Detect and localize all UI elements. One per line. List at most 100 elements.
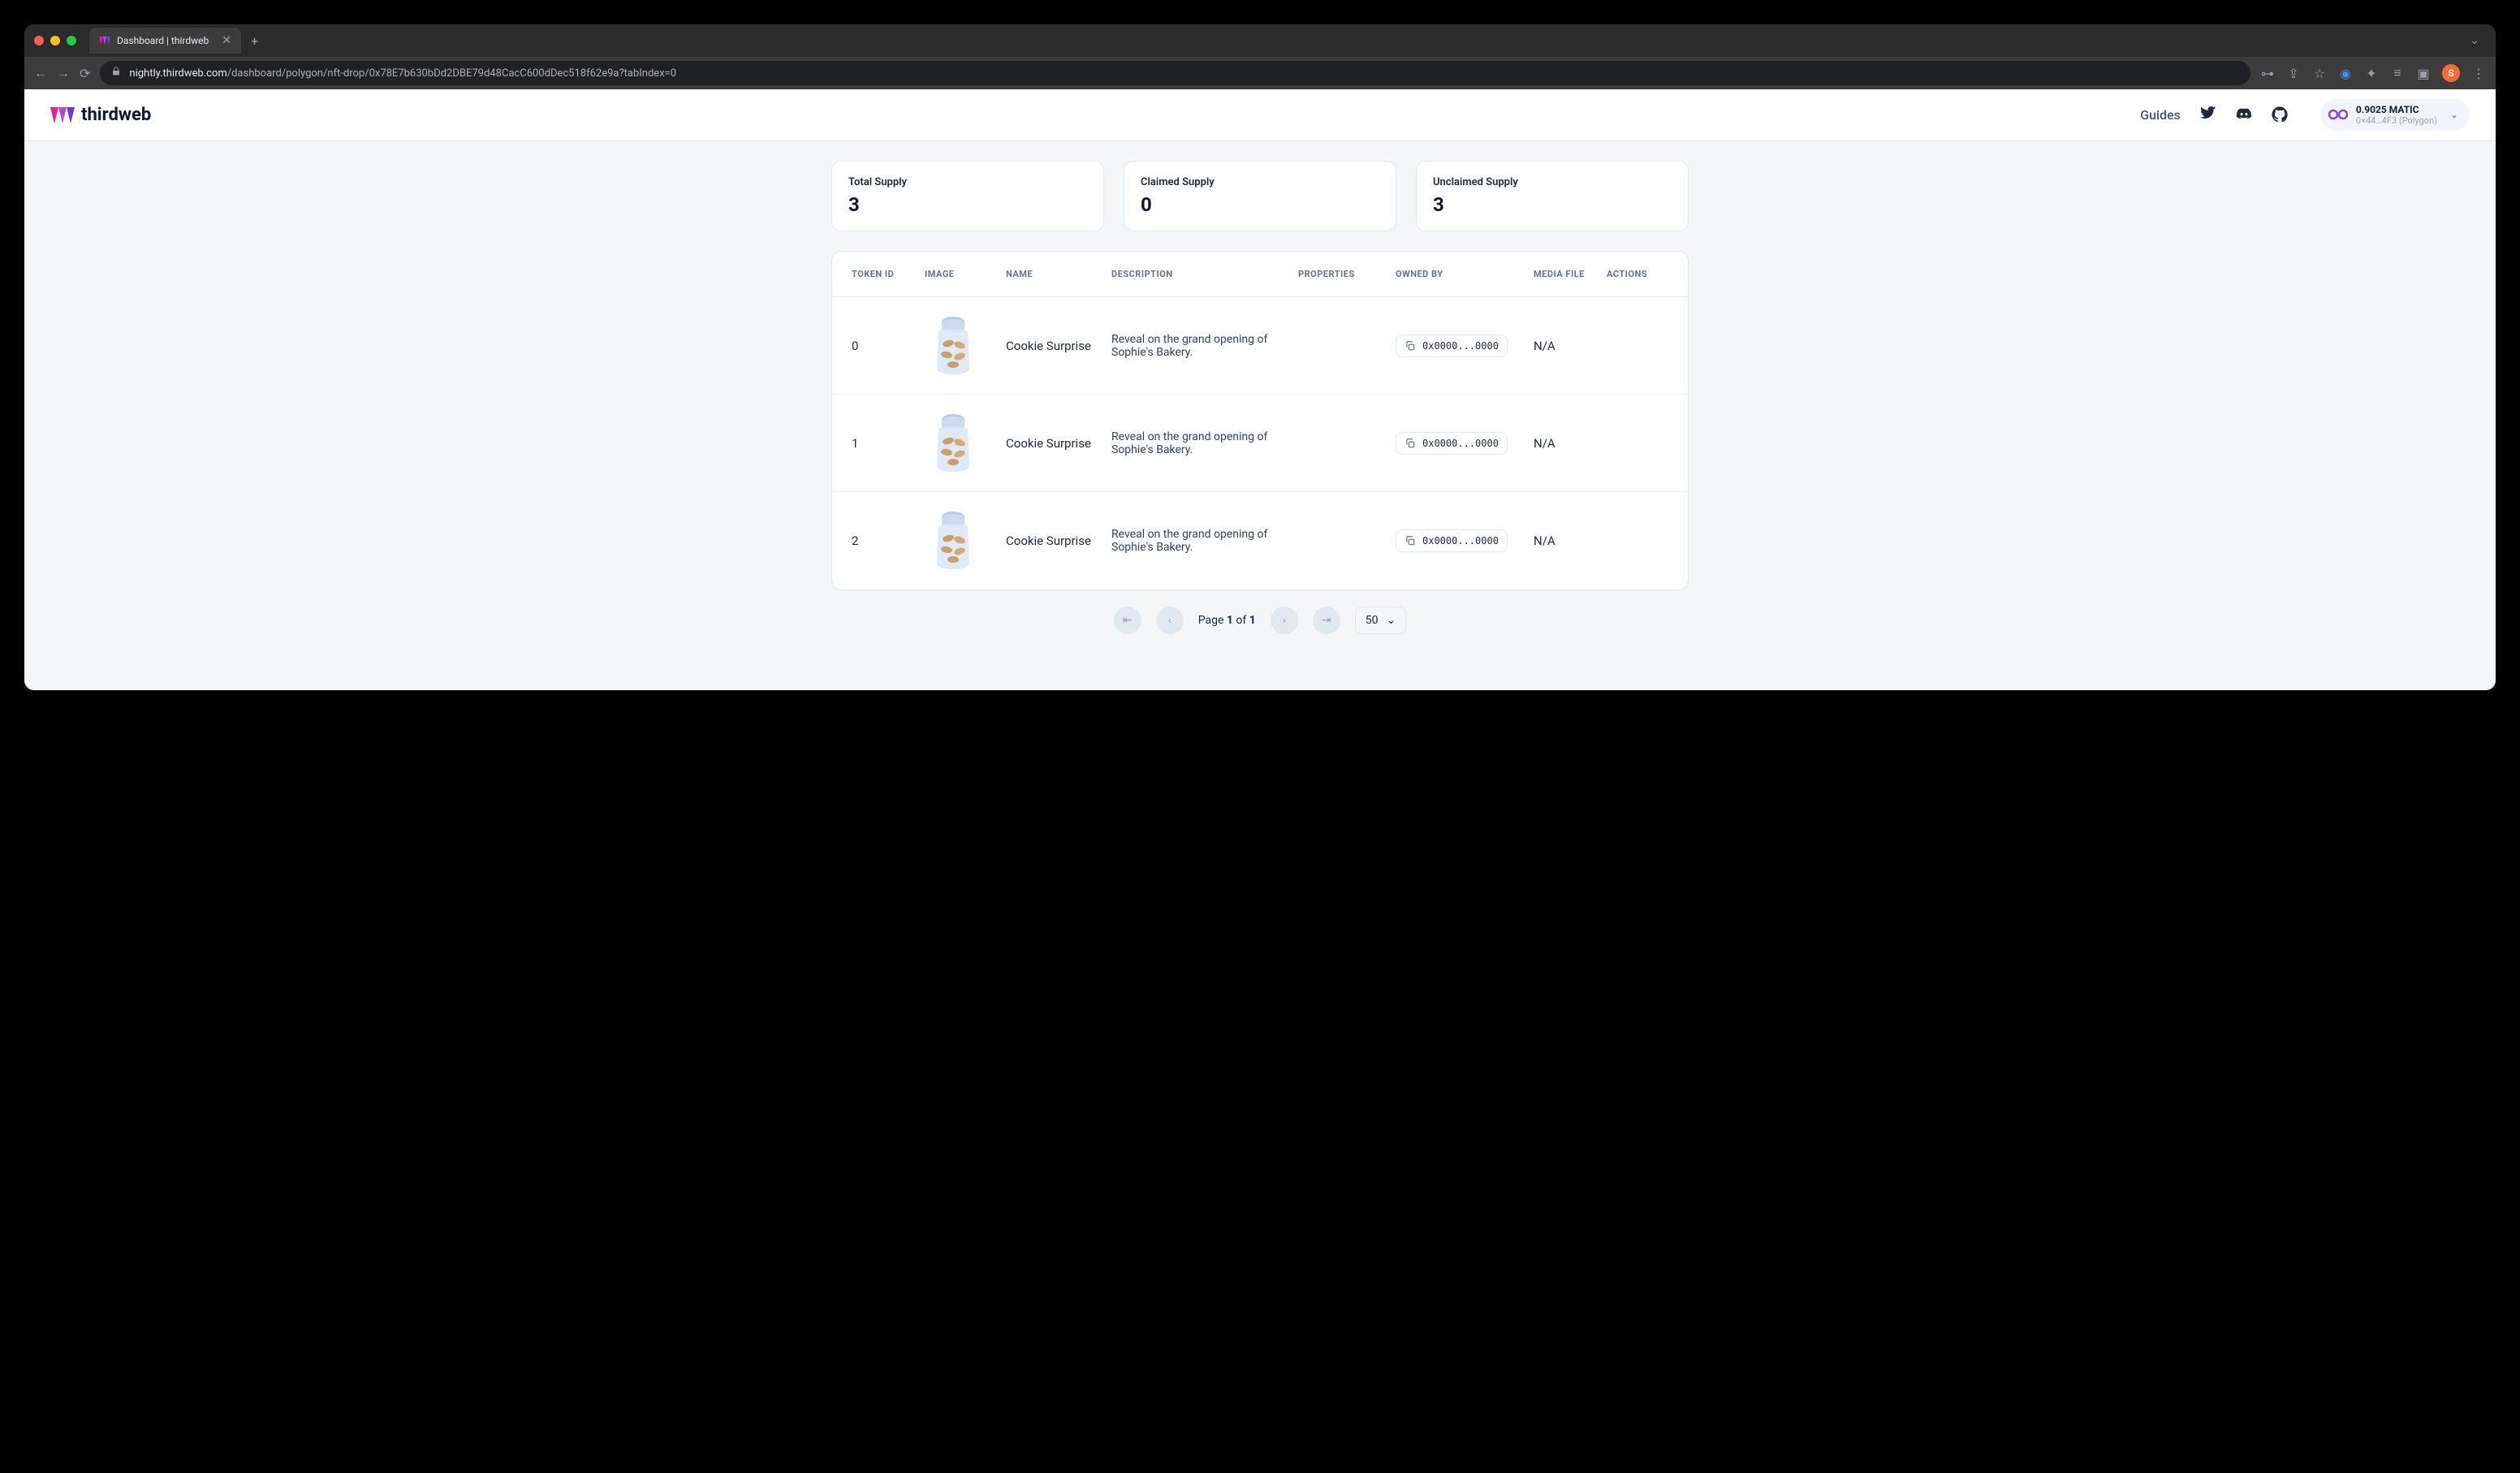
reload-button[interactable]: ⟳ (80, 66, 90, 81)
playlist-icon[interactable]: ≡ (2390, 66, 2405, 80)
address-pill[interactable]: 0x0000...0000 (1396, 529, 1508, 552)
th-image: IMAGE (925, 269, 1006, 279)
lock-icon (111, 67, 121, 80)
table-row[interactable]: 0 Cookie Surprise Reveal on the grand op… (832, 297, 1688, 395)
nft-thumbnail-icon (925, 313, 982, 378)
guides-link[interactable]: Guides (2140, 107, 2181, 123)
key-icon[interactable]: ⊶ (2260, 66, 2275, 80)
table-row[interactable]: 1 Cookie Surprise Reveal on the grand op… (832, 395, 1688, 492)
td-image (925, 411, 1006, 476)
tab-bar: Dashboard | thirdweb ✕ + ⌄ (24, 24, 2496, 57)
td-media-file: N/A (1534, 436, 1607, 451)
address-pill[interactable]: 0x0000...0000 (1396, 432, 1508, 455)
discord-icon[interactable] (2236, 106, 2252, 123)
app-header: thirdweb Guides 0 (24, 89, 2496, 141)
browser-tab[interactable]: Dashboard | thirdweb ✕ (89, 28, 241, 54)
stat-card-total-supply: Total Supply 3 (831, 161, 1104, 231)
td-description: Reveal on the grand opening of Sophie's … (1111, 430, 1298, 456)
tabs-menu-button[interactable]: ⌄ (2470, 34, 2479, 47)
brand-logo[interactable]: thirdweb (50, 105, 151, 125)
td-owned-by: 0x0000...0000 (1396, 335, 1534, 357)
share-icon[interactable]: ⇪ (2286, 66, 2301, 80)
minimize-window-button[interactable] (50, 36, 60, 45)
td-description: Reveal on the grand opening of Sophie's … (1111, 528, 1298, 554)
wallet-balance: 0.9025 MATIC (2356, 104, 2437, 115)
stat-card-claimed-supply: Claimed Supply 0 (1124, 161, 1396, 231)
th-name: NAME (1006, 269, 1111, 279)
github-icon[interactable] (2272, 106, 2288, 123)
window-controls (34, 36, 76, 45)
th-media-file: MEDIA FILE (1534, 269, 1607, 279)
back-button[interactable]: ← (34, 65, 47, 81)
th-properties: PROPERTIES (1298, 269, 1396, 279)
td-image (925, 508, 1006, 573)
nft-thumbnail-icon (925, 411, 982, 476)
forward-button[interactable]: → (57, 65, 70, 81)
address-text: 0x0000...0000 (1422, 438, 1499, 449)
td-owned-by: 0x0000...0000 (1396, 529, 1534, 552)
stat-label: Total Supply (848, 176, 1087, 188)
address-bar[interactable]: nightly.thirdweb.com/dashboard/polygon/n… (100, 61, 2250, 85)
page-info: Page 1 of 1 (1198, 614, 1256, 627)
th-owned-by: OWNED BY (1396, 269, 1534, 279)
kebab-menu-icon[interactable]: ⋮ (2471, 66, 2486, 80)
url-domain: nightly.thirdweb.com (129, 67, 227, 80)
close-window-button[interactable] (34, 36, 44, 45)
wallet-network-icon (2328, 105, 2348, 124)
table-row[interactable]: 2 Cookie Surprise Reveal on the grand op… (832, 492, 1688, 590)
td-token-id: 1 (852, 436, 925, 451)
thirdweb-logo-icon (50, 107, 75, 123)
td-name: Cookie Surprise (1006, 533, 1111, 548)
extension-icon[interactable]: ◉ (2338, 66, 2353, 80)
nft-thumbnail-icon (925, 508, 982, 573)
chevron-down-icon: ⌄ (2450, 109, 2458, 120)
pagination: ⇤ ‹ Page 1 of 1 › ⇥ 50 ⌄ (831, 590, 1689, 657)
wallet-button[interactable]: 0.9025 MATIC 0×44…4F3 (Polygon) ⌄ (2320, 99, 2470, 132)
page-size-select[interactable]: 50 ⌄ (1355, 607, 1406, 634)
first-page-button[interactable]: ⇤ (1114, 607, 1141, 634)
prev-page-button[interactable]: ‹ (1156, 607, 1184, 634)
close-tab-button[interactable]: ✕ (222, 34, 231, 47)
tab-favicon-icon (99, 35, 110, 46)
url-path: /dashboard/polygon/nft-drop/0x78E7b630bD… (227, 67, 676, 80)
td-token-id: 0 (852, 339, 925, 353)
td-owned-by: 0x0000...0000 (1396, 432, 1534, 455)
stat-value: 3 (1433, 193, 1672, 216)
th-actions: ACTIONS (1607, 269, 1672, 279)
address-text: 0x0000...0000 (1422, 535, 1499, 546)
header-links: Guides 0.9025 MATIC 0×44…4F3 (Poly (2140, 99, 2470, 132)
new-tab-button[interactable]: + (251, 33, 258, 49)
page-content: thirdweb Guides 0 (24, 89, 2496, 690)
twitter-icon[interactable] (2200, 106, 2216, 123)
star-icon[interactable]: ☆ (2312, 66, 2327, 80)
last-page-button[interactable]: ⇥ (1313, 607, 1340, 634)
stat-label: Claimed Supply (1141, 176, 1379, 188)
profile-avatar[interactable]: S (2442, 64, 2460, 82)
wallet-address: 0×44…4F3 (Polygon) (2356, 115, 2437, 126)
stat-value: 3 (848, 193, 1087, 216)
chevron-down-icon: ⌄ (1387, 614, 1396, 627)
address-pill[interactable]: 0x0000...0000 (1396, 335, 1508, 357)
stat-card-unclaimed-supply: Unclaimed Supply 3 (1416, 161, 1689, 231)
nft-table: TOKEN ID IMAGE NAME DESCRIPTION PROPERTI… (831, 251, 1689, 590)
td-name: Cookie Surprise (1006, 436, 1111, 451)
td-name: Cookie Surprise (1006, 339, 1111, 353)
browser-window: Dashboard | thirdweb ✕ + ⌄ ← → ⟳ nightly… (24, 24, 2496, 690)
th-token-id: TOKEN ID (852, 269, 925, 279)
tab-title: Dashboard | thirdweb (117, 35, 209, 46)
copy-icon (1405, 535, 1416, 546)
td-token-id: 2 (852, 533, 925, 548)
table-header: TOKEN ID IMAGE NAME DESCRIPTION PROPERTI… (832, 252, 1688, 297)
td-media-file: N/A (1534, 533, 1607, 548)
url-bar: ← → ⟳ nightly.thirdweb.com/dashboard/pol… (24, 57, 2496, 89)
main-content: Total Supply 3 Claimed Supply 0 Unclaime… (805, 141, 1715, 676)
address-text: 0x0000...0000 (1422, 340, 1499, 352)
toolbar-icons: ⊶ ⇪ ☆ ◉ ✦ ≡ ▣ S ⋮ (2260, 64, 2486, 82)
next-page-button[interactable]: › (1271, 607, 1298, 634)
stat-value: 0 (1141, 193, 1379, 216)
maximize-window-button[interactable] (67, 36, 76, 45)
stats-row: Total Supply 3 Claimed Supply 0 Unclaime… (831, 161, 1689, 231)
puzzle-icon[interactable]: ✦ (2364, 66, 2379, 80)
td-description: Reveal on the grand opening of Sophie's … (1111, 333, 1298, 359)
panel-icon[interactable]: ▣ (2416, 66, 2431, 80)
